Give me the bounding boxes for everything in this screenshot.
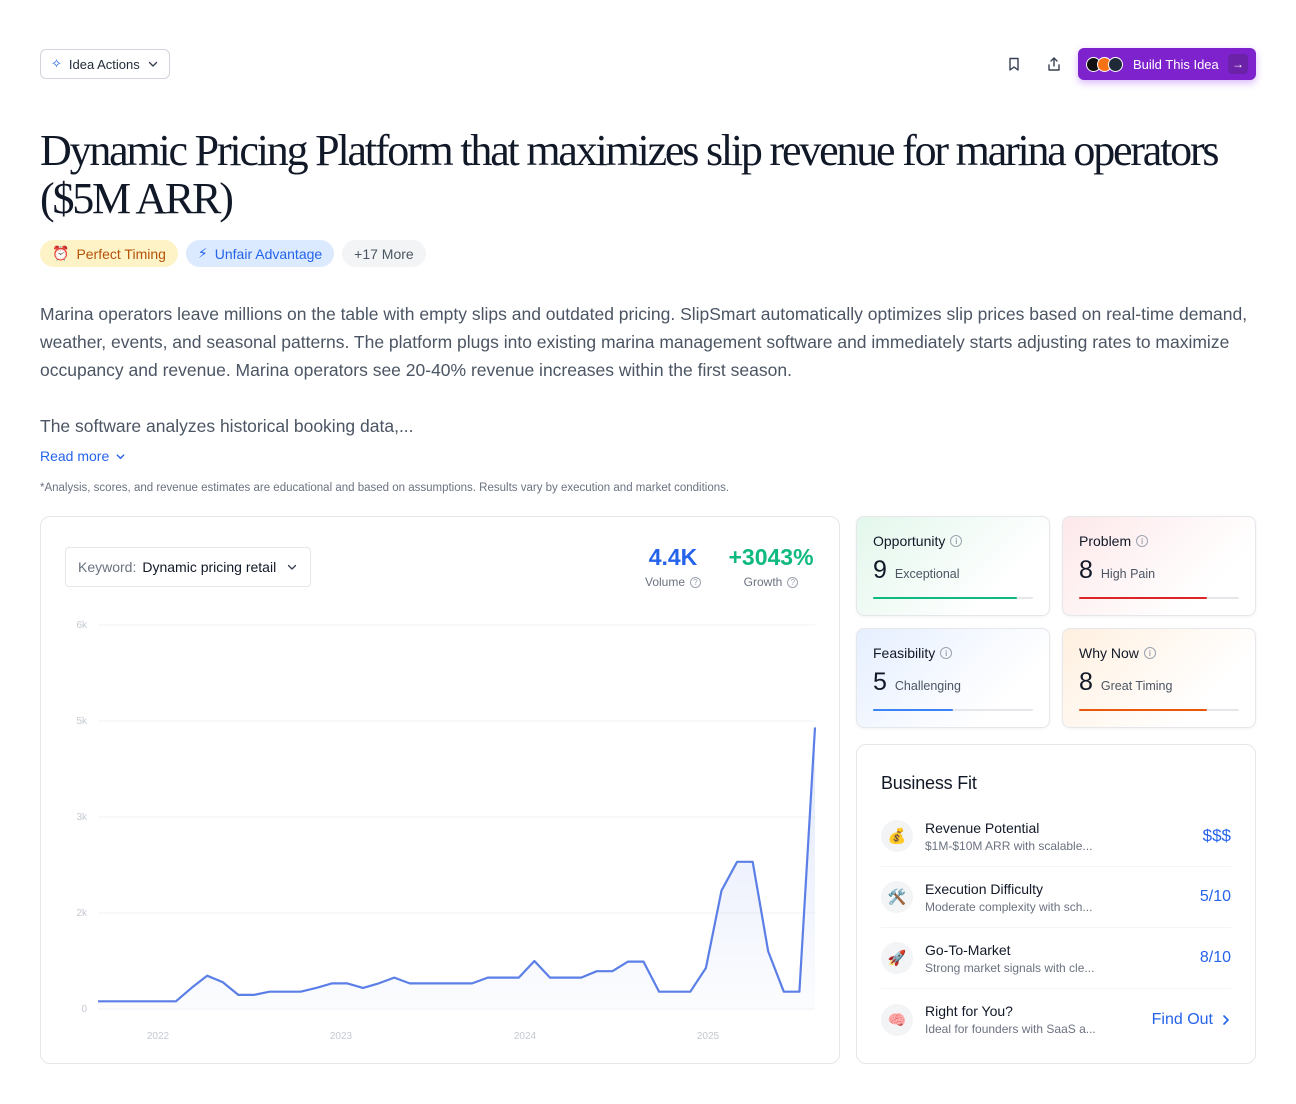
fit-row-value: 5/10 (1199, 888, 1231, 905)
metric-score: 5 (873, 668, 887, 696)
page-title: Dynamic Pricing Platform that maximizes … (40, 126, 1220, 223)
y-tick-label: 0 (81, 1004, 87, 1015)
y-tick-label: 2k (76, 908, 88, 919)
brain-icon: 🧠 (881, 1003, 913, 1036)
metric-label: Exceptional (894, 567, 960, 581)
read-more-link[interactable]: Read more (40, 448, 126, 464)
lightning-icon: ⚡ (197, 245, 208, 261)
metric-score: 9 (873, 556, 887, 584)
metric-title: Problem (1079, 533, 1132, 549)
fit-row-subtitle: $1M-$10M ARR with scalable... (925, 838, 1093, 853)
trend-line (98, 727, 817, 1003)
metric-bar-fill (1079, 709, 1207, 711)
metric-bar-fill (1079, 597, 1207, 599)
why-now-card[interactable]: Why Now i 8 Great Timing (1062, 628, 1256, 728)
find-out-link[interactable]: Find Out (1152, 1011, 1231, 1029)
fit-row-value: 8/10 (1199, 949, 1231, 966)
chevron-down-icon (148, 61, 157, 67)
read-more-label: Read more (40, 448, 110, 464)
fit-row-title: Execution Difficulty (925, 880, 1044, 897)
metric-title: Opportunity (873, 533, 946, 549)
tag-perfect-timing[interactable]: ⏰ Perfect Timing (40, 240, 178, 267)
description: Marina operators leave millions on the t… (40, 300, 1262, 440)
metric-title: Feasibility (873, 645, 936, 661)
info-icon[interactable]: i (940, 647, 953, 659)
build-label: Build This Idea (1133, 56, 1219, 72)
tag-label: Perfect Timing (76, 245, 166, 262)
builder-logo-icon (1108, 56, 1123, 72)
arrow-right-icon: → (1228, 54, 1248, 74)
metric-label: High Pain (1100, 567, 1156, 581)
metric-bar-fill (873, 597, 1017, 599)
description-paragraph: Marina operators leave millions on the t… (40, 304, 1248, 380)
chevron-right-icon (1223, 1014, 1229, 1025)
metric-bar (1079, 597, 1239, 599)
sparkle-icon: ✧ (51, 56, 62, 71)
bookmark-icon (1009, 57, 1019, 71)
alarm-clock-icon: ⏰ (52, 245, 70, 261)
fit-row-subtitle: Ideal for founders with SaaS a... (925, 1022, 1096, 1036)
tools-icon: 🛠️ (881, 881, 913, 913)
tag-more-button[interactable]: +17 More (342, 240, 426, 267)
tag-unfair-advantage[interactable]: ⚡ Unfair Advantage (185, 240, 335, 267)
metric-score: 8 (1079, 556, 1093, 584)
share-icon (1048, 57, 1060, 71)
y-tick-label: 6k (76, 620, 88, 631)
info-icon[interactable]: i (1143, 647, 1156, 659)
metric-bar-fill (873, 709, 953, 711)
fit-row-title: Go-To-Market (925, 941, 1011, 958)
share-button[interactable] (1042, 52, 1066, 76)
money-bag-icon: 💰 (881, 820, 913, 852)
business-fit-card: Business Fit 💰 Revenue Potential $1M-$10… (856, 744, 1256, 1064)
y-tick-label: 5k (76, 716, 88, 727)
metric-bar (873, 597, 1033, 599)
x-tick-label: 2024 (514, 1031, 537, 1042)
description-paragraph: The software analyzes historical booking… (40, 416, 414, 436)
fit-row-value: $$$ (1202, 826, 1231, 845)
fit-row-right-for-you[interactable]: 🧠 Right for You? Ideal for founders with… (881, 989, 1231, 1050)
opportunity-card[interactable]: Opportunity i 9 Exceptional (856, 516, 1050, 616)
x-tick-label: 2023 (330, 1031, 353, 1042)
idea-actions-button[interactable]: ✧ Idea Actions (40, 49, 170, 79)
trend-chart: 0 2k 3k 5k 6k 2022 2023 2024 2025 (76, 620, 817, 1042)
y-tick-label: 3k (76, 812, 88, 823)
metric-bar (873, 709, 1033, 711)
x-tick-label: 2022 (147, 1031, 170, 1042)
tag-label: +17 More (354, 245, 414, 262)
fit-row-go-to-market[interactable]: 🚀 Go-To-Market Strong market signals wit… (881, 928, 1231, 989)
metric-score: 8 (1079, 668, 1093, 696)
builder-logos (1086, 56, 1123, 72)
tag-label: Unfair Advantage (214, 245, 323, 262)
idea-actions-label: Idea Actions (68, 56, 140, 72)
metric-label: Challenging (894, 679, 961, 693)
trend-area (98, 727, 815, 1009)
disclaimer: *Analysis, scores, and revenue estimates… (40, 482, 730, 494)
metric-label: Great Timing (1100, 679, 1173, 693)
metric-bar (1079, 709, 1239, 711)
rocket-icon: 🚀 (881, 942, 913, 974)
info-icon[interactable]: i (1136, 535, 1149, 547)
fit-row-subtitle: Moderate complexity with sch... (925, 899, 1093, 914)
business-fit-title: Business Fit (881, 773, 977, 793)
info-icon[interactable]: i (950, 535, 963, 547)
fit-row-subtitle: Strong market signals with cle... (925, 960, 1095, 975)
top-toolbar: ✧ Idea Actions Build This Idea → (40, 48, 1256, 80)
fit-row-revenue-potential[interactable]: 💰 Revenue Potential $1M-$10M ARR with sc… (881, 806, 1231, 867)
x-tick-label: 2025 (697, 1031, 720, 1042)
bookmark-button[interactable] (1002, 52, 1026, 76)
fit-row-title: Revenue Potential (925, 819, 1040, 836)
trend-chart-card: Keyword: Dynamic pricing retail 4.4K Vol… (40, 516, 840, 1064)
metric-title: Why Now (1079, 645, 1139, 661)
tag-list: ⏰ Perfect Timing ⚡ Unfair Advantage +17 … (40, 240, 426, 267)
find-out-label: Find Out (1151, 1010, 1213, 1028)
build-this-idea-button[interactable]: Build This Idea → (1078, 48, 1256, 80)
problem-card[interactable]: Problem i 8 High Pain (1062, 516, 1256, 616)
chevron-down-icon (116, 453, 125, 459)
feasibility-card[interactable]: Feasibility i 5 Challenging (856, 628, 1050, 728)
fit-row-execution-difficulty[interactable]: 🛠️ Execution Difficulty Moderate complex… (881, 867, 1231, 928)
fit-row-title: Right for You? (925, 1003, 1013, 1019)
